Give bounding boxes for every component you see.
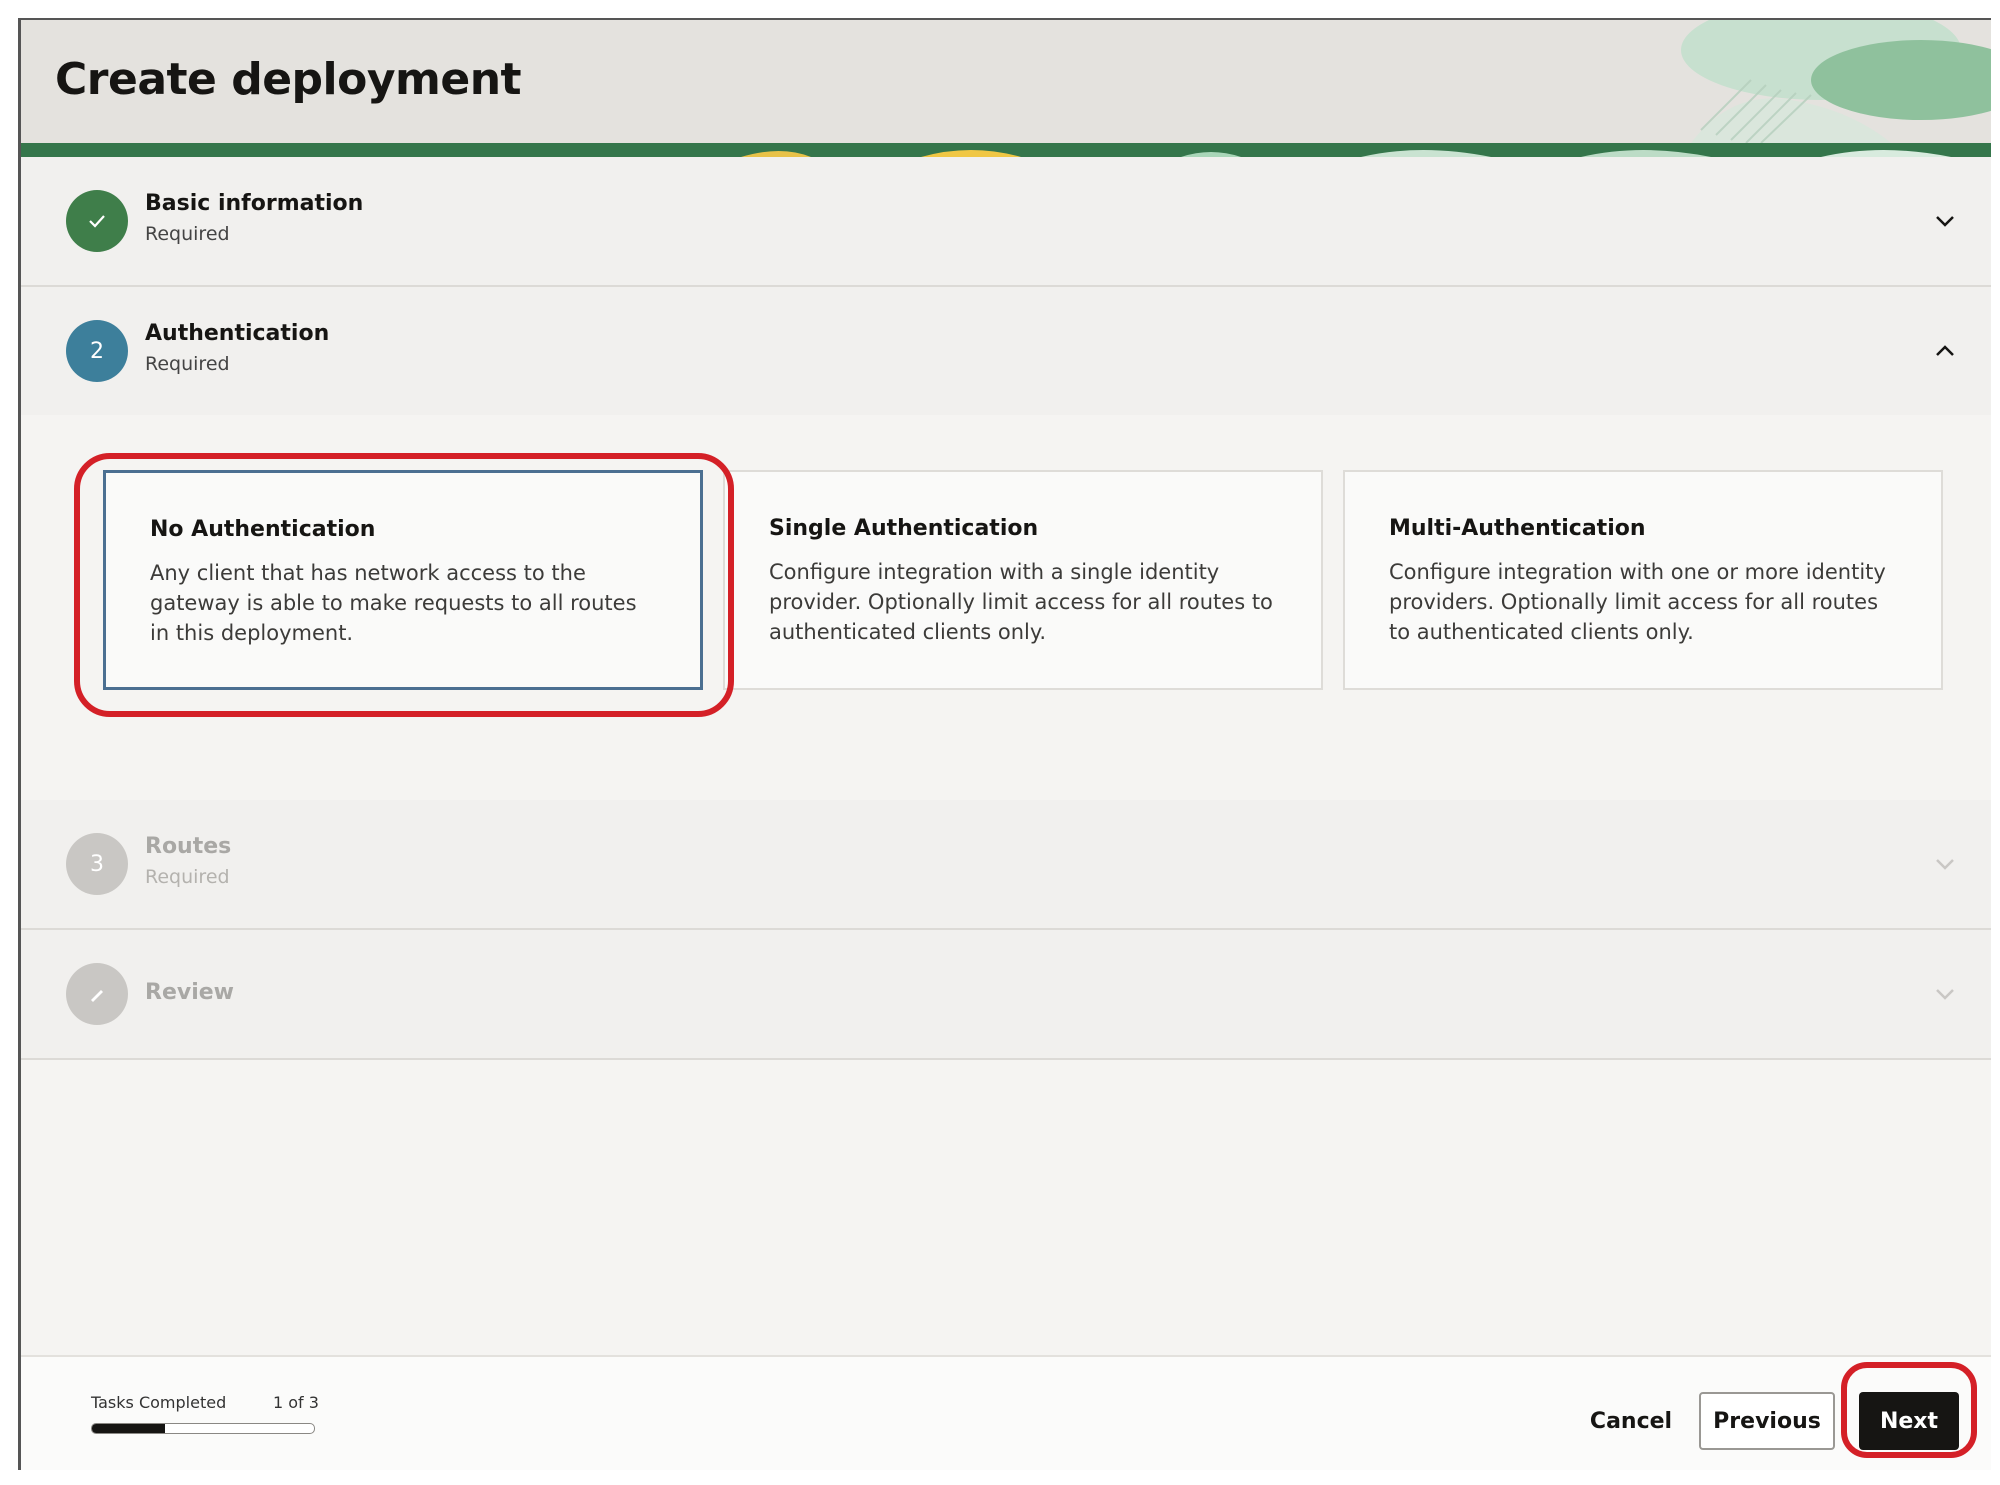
step-subtitle: Required	[145, 353, 230, 375]
chevron-down-icon[interactable]	[1929, 205, 1961, 237]
step-title: Routes	[145, 834, 232, 859]
step-disabled-marker: 3	[66, 833, 128, 895]
panel-footer: Tasks Completed 1 of 3 Cancel Previous N…	[21, 1355, 1991, 1470]
step-routes: 3 Routes Required	[21, 800, 1991, 930]
step-authentication[interactable]: 2 Authentication Required	[21, 287, 1991, 417]
header-pattern-band	[21, 143, 1991, 157]
tasks-progress-bar	[91, 1423, 315, 1434]
step-active-marker: 2	[66, 320, 128, 382]
check-icon	[89, 215, 105, 228]
step-basic-information[interactable]: Basic information Required	[21, 157, 1991, 287]
tasks-completed-count: 1 of 3	[273, 1393, 319, 1412]
highlight-annotation	[1841, 1362, 1977, 1458]
step-disabled-marker	[66, 963, 128, 1025]
card-description: Configure integration with one or more i…	[1389, 560, 1886, 644]
chevron-up-icon[interactable]	[1929, 335, 1961, 367]
chevron-down-icon	[1936, 989, 1954, 1000]
previous-button[interactable]: Previous	[1699, 1392, 1835, 1450]
progress-fill	[92, 1424, 166, 1433]
step-number: 3	[90, 851, 104, 877]
create-deployment-panel: Create deployment Basic information Requ…	[18, 18, 1991, 1470]
step-title: Basic information	[145, 191, 364, 216]
step-completed-marker	[66, 190, 128, 252]
cancel-button[interactable]: Cancel	[1581, 1392, 1681, 1450]
header-decoration	[1681, 20, 1991, 143]
chevron-down-icon	[1936, 859, 1954, 870]
card-title: Multi-Authentication	[1389, 516, 1646, 541]
highlight-annotation	[74, 453, 734, 717]
step-title: Authentication	[145, 321, 330, 346]
auth-option-single-authentication[interactable]: Single Authentication Configure integrat…	[723, 470, 1323, 690]
card-description: Configure integration with a single iden…	[769, 560, 1273, 644]
panel-header: Create deployment	[21, 20, 1991, 143]
step-subtitle: Required	[145, 866, 230, 888]
step-subtitle: Required	[145, 223, 230, 245]
tasks-completed-label: Tasks Completed	[91, 1393, 227, 1412]
step-review: Review	[21, 930, 1991, 1060]
page-title: Create deployment	[55, 54, 522, 105]
auth-option-multi-authentication[interactable]: Multi-Authentication Configure integrati…	[1343, 470, 1943, 690]
card-title: Single Authentication	[769, 516, 1039, 541]
step-number: 2	[90, 338, 104, 364]
step-title: Review	[145, 980, 234, 1005]
pencil-icon	[91, 990, 103, 1002]
